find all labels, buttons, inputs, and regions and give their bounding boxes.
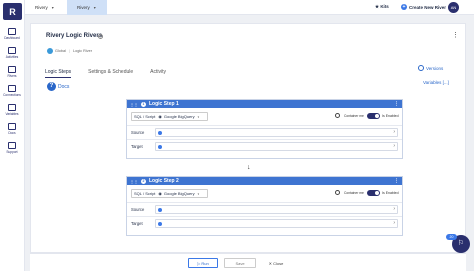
nav-connections[interactable]: Connections — [0, 85, 24, 97]
settings-icon[interactable] — [335, 190, 340, 195]
nav-docs[interactable]: Docs — [0, 123, 24, 135]
source-select[interactable] — [155, 128, 398, 137]
close-button[interactable]: ✕ Close — [262, 258, 290, 268]
tab-logic-steps[interactable]: Logic Steps — [45, 69, 72, 78]
plus-icon: + — [401, 4, 407, 10]
step-type-select[interactable]: SQL / Script ◉ Google BigQuery ▾ — [131, 189, 208, 198]
run-button[interactable]: ▷ Run — [188, 258, 218, 268]
nav-support[interactable]: Support — [0, 142, 24, 154]
sidebar: R Dashboard Activities Rivers Connection… — [0, 0, 25, 271]
action-bar: ▷ Run Save ✕ Close — [30, 253, 466, 271]
dashboard-icon — [8, 28, 16, 35]
step-number: 2 — [141, 178, 146, 184]
target-row: Target — [127, 139, 402, 153]
arrow-down-icon: ↓ — [247, 164, 251, 171]
step-type-select[interactable]: SQL / Script ◉ Google BigQuery ▾ — [131, 112, 208, 121]
environment-select[interactable]: Rivery ▾ — [67, 0, 107, 15]
kits-button[interactable]: ★ Kits — [375, 4, 389, 10]
settings-icon[interactable] — [335, 113, 340, 118]
page-title: Rivery Logic Rivers — [46, 33, 103, 39]
target-row: Target — [127, 216, 402, 230]
step-header[interactable]: ⋮⋮ 2 Logic Step 2 ⋮ — [127, 177, 402, 185]
info-icon[interactable]: i — [98, 34, 103, 39]
breadcrumb: Global | Logic River — [47, 48, 92, 54]
nav-rivers[interactable]: Rivers — [0, 66, 24, 78]
notification-badge: 20 — [446, 234, 457, 240]
drag-handle-icon[interactable]: ⋮⋮ — [130, 102, 138, 107]
activities-icon — [8, 47, 16, 54]
chevron-down-icon: ▾ — [93, 5, 96, 10]
account-select[interactable]: Rivery ▾ — [25, 0, 67, 15]
nav-dashboard[interactable]: Dashboard — [0, 28, 24, 40]
versions-button[interactable]: Versions — [418, 65, 443, 71]
rivers-icon — [8, 66, 16, 73]
drag-handle-icon[interactable]: ⋮⋮ — [130, 179, 138, 184]
create-new-river-button[interactable]: + Create New River — [401, 4, 446, 10]
source-select[interactable] — [155, 205, 398, 214]
step-number: 1 — [141, 101, 146, 107]
connections-icon — [8, 85, 16, 92]
star-icon: ★ — [375, 4, 380, 9]
tab-bar: Logic Steps Settings & Schedule Activity — [45, 69, 183, 78]
step-title: Logic Step 2 — [149, 178, 179, 184]
step-title: Logic Step 1 — [149, 101, 179, 107]
chevron-down-icon: ▾ — [51, 5, 54, 10]
save-button[interactable]: Save — [224, 258, 256, 268]
source-row: Source — [127, 202, 402, 216]
tab-activity[interactable]: Activity — [150, 69, 166, 78]
docs-icon — [8, 123, 16, 130]
nav-activities[interactable]: Activities — [0, 47, 24, 59]
target-select[interactable] — [155, 142, 398, 151]
history-icon — [418, 65, 424, 71]
topbar: Rivery ▾ Rivery ▾ ★ Kits + Create New River… — [25, 0, 474, 15]
question-icon: ? — [47, 82, 56, 91]
target-select[interactable] — [155, 219, 398, 228]
logic-step-2: ⋮⋮ 2 Logic Step 2 ⋮ SQL / Script ◉ Google … — [126, 176, 403, 236]
variables-icon — [8, 104, 16, 111]
variables-link[interactable]: Variables [...] — [423, 80, 449, 85]
logo[interactable]: R — [3, 3, 22, 20]
globe-icon — [47, 48, 53, 54]
more-options-icon[interactable]: ⋮ — [394, 178, 399, 184]
nav-variables[interactable]: Variables — [0, 104, 24, 116]
enabled-toggle[interactable] — [367, 113, 380, 119]
step-header[interactable]: ⋮⋮ 1 Logic Step 1 ⋮ — [127, 100, 402, 108]
bigquery-icon: ◉ — [158, 191, 162, 196]
more-options-icon[interactable]: ⋮ — [394, 101, 399, 107]
enabled-toggle[interactable] — [367, 190, 380, 196]
tab-settings-schedule[interactable]: Settings & Schedule — [88, 69, 133, 78]
logic-step-1: ⋮⋮ 1 Logic Step 1 ⋮ SQL / Script ◉ Google … — [126, 99, 403, 159]
bigquery-icon: ◉ — [158, 114, 162, 119]
more-options-icon[interactable]: ⋮ — [452, 31, 459, 39]
support-icon — [8, 142, 16, 149]
avatar[interactable]: AN — [448, 2, 459, 13]
docs-link[interactable]: ? Docs — [47, 82, 69, 91]
source-row: Source — [127, 125, 402, 139]
